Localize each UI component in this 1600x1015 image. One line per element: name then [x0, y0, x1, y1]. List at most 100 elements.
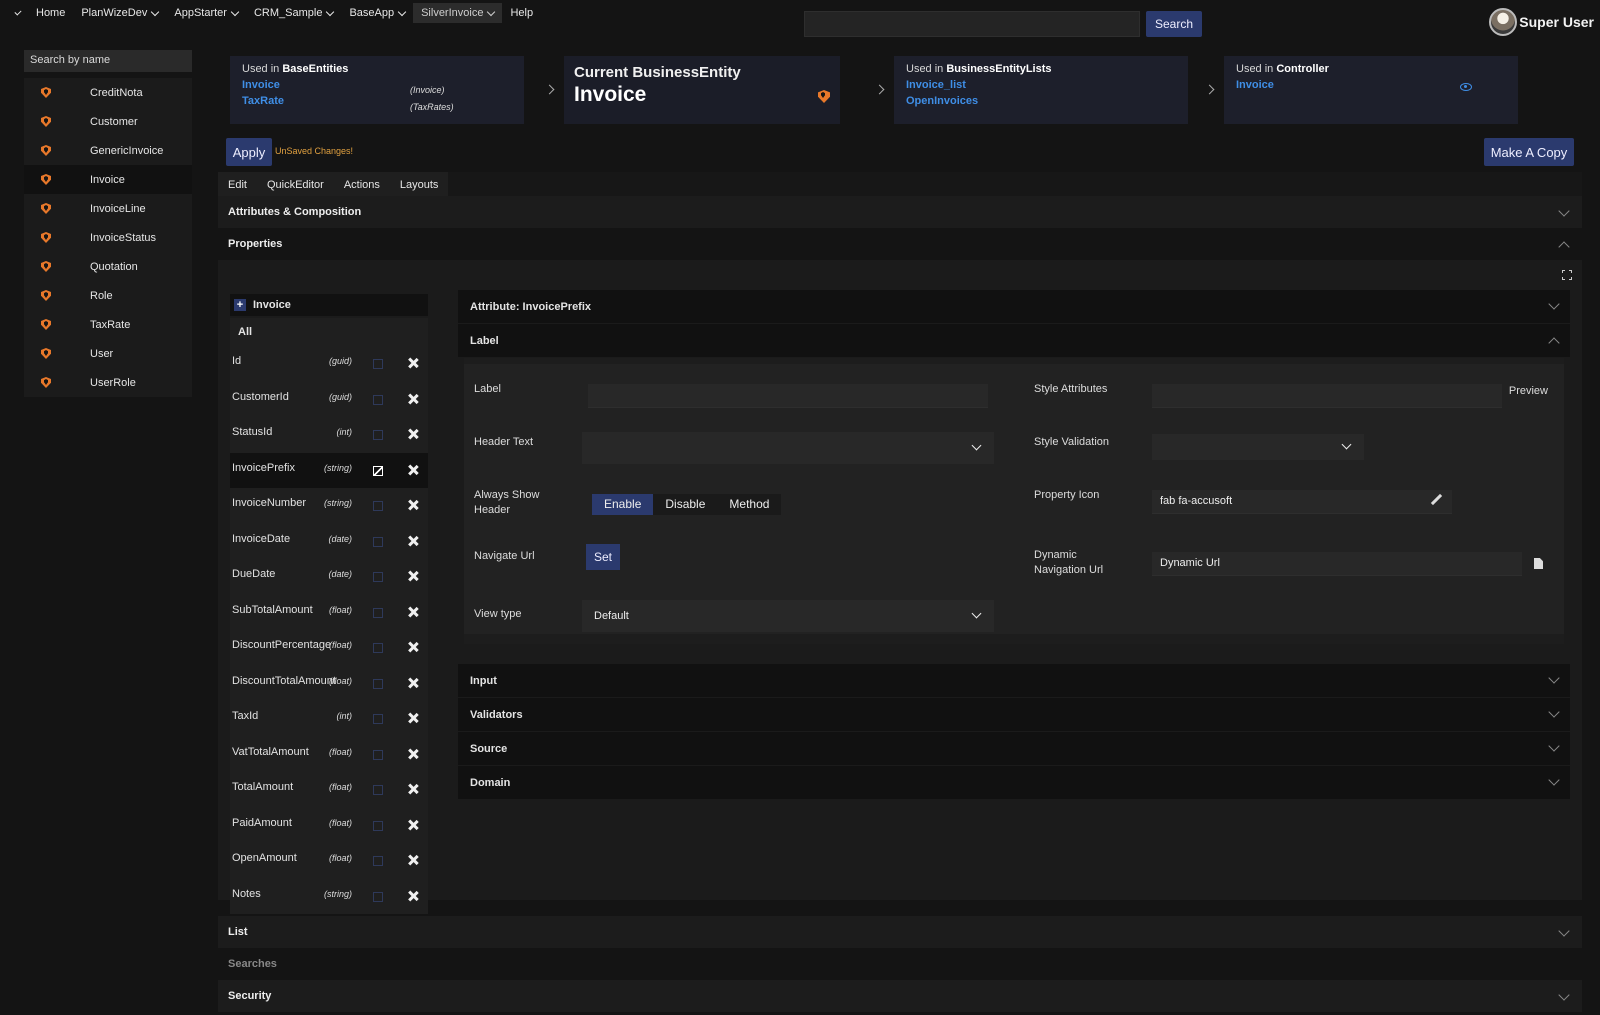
view-type-select[interactable]: Default — [582, 600, 994, 632]
enable-option[interactable]: Enable — [592, 494, 654, 515]
attribute-tree-root[interactable]: + Invoice — [230, 294, 428, 316]
delete-icon[interactable] — [408, 465, 418, 475]
chevron-up-icon[interactable] — [1558, 241, 1570, 253]
chevron-up-icon[interactable] — [1548, 337, 1560, 349]
nav-item-baseapp[interactable]: BaseApp — [341, 3, 413, 23]
attribute-row[interactable]: DueDate (date) — [230, 559, 428, 595]
delete-icon[interactable] — [408, 855, 418, 865]
section-list[interactable]: List — [218, 916, 1582, 948]
edit-icon[interactable] — [373, 501, 383, 511]
delete-icon[interactable] — [408, 429, 418, 439]
sidebar-item-invoice[interactable]: Invoice — [24, 165, 192, 194]
header-text-select[interactable] — [582, 432, 994, 464]
attribute-row[interactable]: DiscountPercentage (float) — [230, 630, 428, 666]
validators-section-header[interactable]: Validators — [458, 698, 1570, 731]
sidebar-item-userrole[interactable]: UserRole — [24, 368, 192, 397]
user-menu[interactable]: Super User — [1489, 8, 1594, 36]
avatar[interactable] — [1489, 8, 1518, 36]
sidebar-item-quotation[interactable]: Quotation — [24, 252, 192, 281]
disable-option[interactable]: Disable — [653, 494, 717, 515]
delete-icon[interactable] — [408, 891, 418, 901]
attribute-row[interactable]: StatusId (int) — [230, 417, 428, 453]
method-option[interactable]: Method — [717, 494, 781, 515]
edit-icon[interactable] — [373, 749, 383, 760]
edit-icon[interactable] — [373, 359, 383, 369]
entity-search-input[interactable]: Search by name — [24, 50, 192, 72]
attribute-row[interactable]: TotalAmount (float) — [230, 772, 428, 808]
chevron-down-icon[interactable] — [1548, 298, 1560, 310]
sidebar-item-customer[interactable]: Customer — [24, 107, 192, 136]
section-properties[interactable]: Properties — [218, 228, 1582, 260]
delete-icon[interactable] — [408, 678, 418, 688]
edit-icon[interactable] — [373, 643, 383, 653]
plus-icon[interactable]: + — [234, 299, 246, 311]
eye-icon[interactable] — [1460, 83, 1472, 91]
attribute-row[interactable]: PaidAmount (float) — [230, 807, 428, 843]
make-copy-button[interactable]: Make A Copy — [1484, 138, 1574, 166]
section-security[interactable]: Security — [218, 980, 1582, 1012]
delete-icon[interactable] — [408, 784, 418, 794]
tab-quickeditor[interactable]: QuickEditor — [257, 172, 334, 198]
fullscreen-icon[interactable] — [1562, 270, 1572, 280]
nav-toggle-button[interactable] — [8, 3, 28, 23]
ref-link-invoice[interactable]: Invoice — [242, 79, 512, 91]
chevron-down-icon[interactable] — [1548, 774, 1560, 786]
sidebar-item-creditnota[interactable]: CreditNota — [24, 78, 192, 107]
nav-item-crm_sample[interactable]: CRM_Sample — [246, 3, 341, 23]
edit-icon[interactable] — [373, 430, 383, 440]
delete-icon[interactable] — [408, 607, 418, 617]
nav-item-home[interactable]: Home — [28, 3, 73, 23]
ref-link-invoice-list[interactable]: Invoice_list — [906, 79, 1176, 91]
label-section-header[interactable]: Label — [458, 324, 1570, 357]
edit-icon[interactable] — [373, 678, 383, 689]
global-search-input[interactable] — [804, 11, 1140, 37]
pencil-icon[interactable] — [1430, 494, 1442, 506]
delete-icon[interactable] — [408, 749, 418, 759]
style-validation-select[interactable] — [1152, 434, 1364, 460]
edit-icon[interactable] — [373, 820, 383, 831]
delete-icon[interactable] — [408, 500, 418, 510]
style-attributes-input[interactable] — [1152, 384, 1502, 408]
edit-icon[interactable] — [373, 536, 383, 547]
nav-item-planwizedev[interactable]: PlanWizeDev — [73, 3, 166, 23]
sidebar-item-genericinvoice[interactable]: GenericInvoice — [24, 136, 192, 165]
delete-icon[interactable] — [408, 536, 418, 546]
attribute-row[interactable]: Id (guid) — [230, 346, 428, 382]
delete-icon[interactable] — [408, 820, 418, 830]
dynamic-nav-url-input[interactable]: Dynamic Url — [1152, 552, 1522, 576]
chevron-down-icon[interactable] — [1548, 672, 1560, 684]
source-section-header[interactable]: Source — [458, 732, 1570, 765]
edit-icon[interactable] — [373, 607, 383, 618]
domain-section-header[interactable]: Domain — [458, 766, 1570, 799]
nav-item-silverinvoice[interactable]: SilverInvoice — [413, 3, 503, 23]
ref-link-open-invoices[interactable]: OpenInvoices — [906, 95, 1176, 107]
attribute-row[interactable]: Notes (string) — [230, 878, 428, 914]
tab-edit[interactable]: Edit — [218, 172, 257, 198]
global-search-button[interactable]: Search — [1146, 11, 1202, 37]
ref-link-taxrate[interactable]: TaxRate — [242, 95, 512, 107]
file-icon[interactable] — [1534, 558, 1543, 569]
chevron-down-icon[interactable] — [1558, 205, 1570, 217]
section-attributes-composition[interactable]: Attributes & Composition — [218, 196, 1582, 228]
attribute-row[interactable]: InvoiceDate (date) — [230, 523, 428, 559]
navigate-url-set-button[interactable]: Set — [586, 544, 620, 570]
delete-icon[interactable] — [408, 642, 418, 652]
apply-button[interactable]: Apply — [226, 138, 272, 166]
nav-item-help[interactable]: Help — [502, 3, 541, 23]
sidebar-item-invoicestatus[interactable]: InvoiceStatus — [24, 223, 192, 252]
chevron-down-icon[interactable] — [1548, 706, 1560, 718]
tab-layouts[interactable]: Layouts — [390, 172, 449, 198]
edit-icon[interactable] — [373, 572, 383, 582]
edit-icon[interactable] — [373, 394, 383, 405]
sidebar-item-taxrate[interactable]: TaxRate — [24, 310, 192, 339]
section-searches[interactable]: Searches — [218, 948, 1582, 980]
edit-icon[interactable] — [373, 465, 383, 476]
attribute-row[interactable]: VatTotalAmount (float) — [230, 736, 428, 772]
attribute-row[interactable]: TaxId (int) — [230, 701, 428, 737]
tab-actions[interactable]: Actions — [334, 172, 390, 198]
sidebar-item-role[interactable]: Role — [24, 281, 192, 310]
attribute-row[interactable]: InvoicePrefix (string) — [230, 452, 428, 488]
attribute-row[interactable]: DiscountTotalAmount (float) — [230, 665, 428, 701]
attribute-row[interactable]: InvoiceNumber (string) — [230, 488, 428, 524]
attribute-row[interactable]: OpenAmount (float) — [230, 843, 428, 879]
